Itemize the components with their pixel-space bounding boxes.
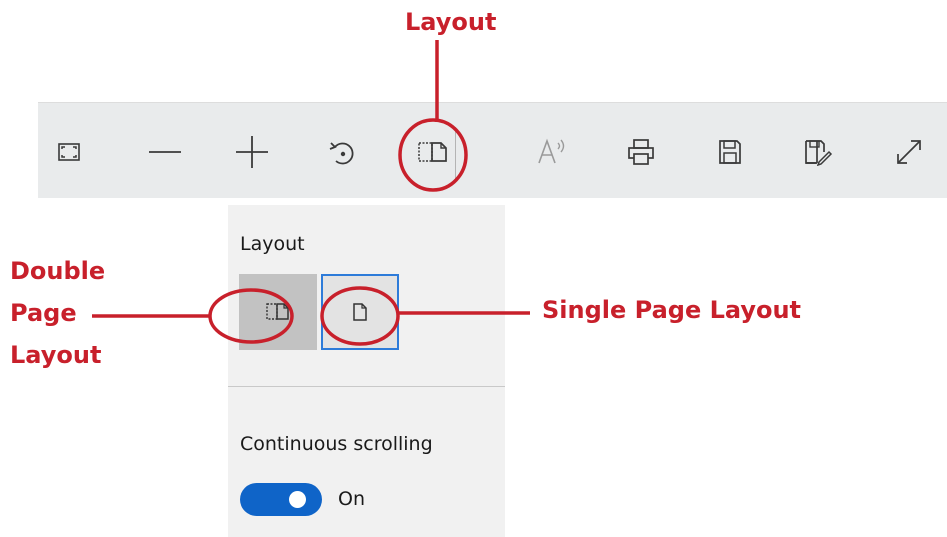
read-aloud-icon <box>538 138 565 164</box>
flyout-divider <box>228 386 505 387</box>
fit-to-page-icon <box>58 143 80 161</box>
save-as-button[interactable] <box>788 122 848 182</box>
toolbar-separator <box>455 127 456 179</box>
zoom-out-icon <box>149 151 181 153</box>
save-as-icon <box>805 140 833 166</box>
page-layout-icon <box>418 142 447 162</box>
zoom-in-icon <box>236 136 268 168</box>
zoom-out-button[interactable] <box>135 122 195 182</box>
double-page-annotation-line1: Double <box>10 257 106 285</box>
page-layout-button[interactable] <box>403 122 463 182</box>
double-page-annotation-line3: Layout <box>10 341 102 369</box>
print-icon <box>628 139 654 165</box>
continuous-scrolling-toggle[interactable] <box>240 483 322 516</box>
toggle-knob <box>289 491 306 508</box>
full-screen-button[interactable] <box>879 122 939 182</box>
print-button[interactable] <box>611 122 671 182</box>
double-page-icon <box>266 303 289 320</box>
continuous-scrolling-heading: Continuous scrolling <box>240 433 433 455</box>
single-page-icon <box>353 303 367 321</box>
rotate-button[interactable] <box>312 122 372 182</box>
save-icon <box>719 140 741 164</box>
layout-flyout: Layout Continuous scrolling On <box>228 205 505 537</box>
rotate-icon <box>329 142 354 165</box>
read-aloud-button[interactable] <box>522 122 582 182</box>
double-page-annotation-line2: Page <box>10 299 77 327</box>
layout-annotation: Layout <box>405 8 497 36</box>
fit-to-page-button[interactable] <box>39 122 99 182</box>
full-screen-icon <box>897 140 921 164</box>
save-button[interactable] <box>700 122 760 182</box>
single-page-layout-option[interactable] <box>321 274 399 350</box>
zoom-in-button[interactable] <box>222 122 282 182</box>
toggle-state-label: On <box>338 488 365 510</box>
double-page-layout-option[interactable] <box>239 274 317 350</box>
single-page-annotation: Single Page Layout <box>542 296 802 324</box>
layout-heading: Layout <box>240 233 305 255</box>
